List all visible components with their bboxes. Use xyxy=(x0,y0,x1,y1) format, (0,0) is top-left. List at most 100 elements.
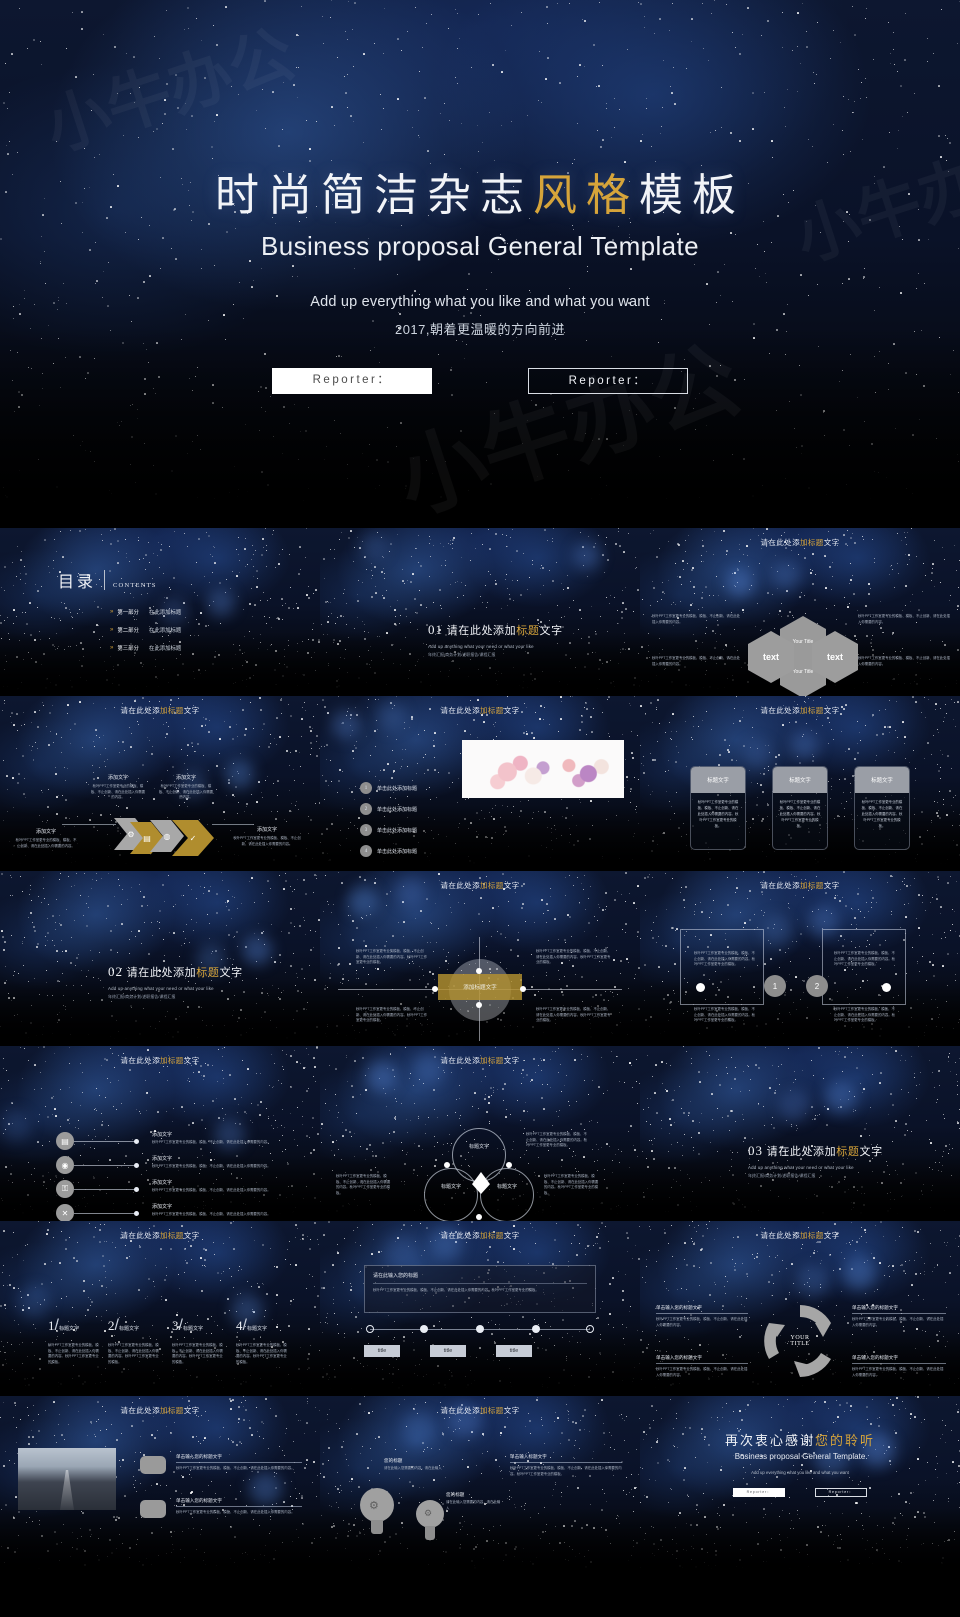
thumbnail-section-01[interactable]: 01 请在此处添加标题文字 Add up anything what your … xyxy=(320,528,640,696)
list-item[interactable]: » 第二部分 在此添加标题 xyxy=(110,626,181,634)
contents-list: » 第一部分 在此添加标题 » 第二部分 在此添加标题 » 第三部分 在此添加标… xyxy=(110,608,181,662)
content-panel[interactable]: 请在此输入您的标题 秋叶PPT工作室更专业的模板、模板、不止创新、请在此处插入你… xyxy=(364,1265,596,1313)
lightbulb-icon[interactable]: ⚙ xyxy=(360,1488,394,1538)
thumbnail-venn[interactable]: 请在此处添加标题文字 标题文字 标题文字 标题文字 秋叶PPT工作室更专业的模板… xyxy=(320,1046,640,1221)
thumbnail-two-brackets[interactable]: 请在此处添加标题文字 1 2 秋叶PPT工作室更专业的模板、模板、不止创新、请在… xyxy=(640,871,960,1046)
timeline-dot[interactable] xyxy=(532,1325,540,1333)
numbered-column[interactable]: 3/标题文字 秋叶PPT工作室更专业的模板、模板、不止创新、请在此处插入你需要的… xyxy=(172,1317,226,1365)
icon-row[interactable]: ⚿ xyxy=(56,1180,139,1198)
side-heading: 单击输入您的标题文字 xyxy=(176,1498,302,1507)
thumbnail-gold-cross[interactable]: 请在此处添加标题文字 添加标题文字 秋叶PPT工作室更专业的模板、模板、不止创新… xyxy=(320,871,640,1046)
body-text: 秋叶PPT工作室更专业的模板、模板、不止创新、请在此处插入你需要的内容。秋叶PP… xyxy=(544,1174,599,1195)
body-text: 秋叶PPT工作室更专业的模板、模板、不止创新、请在此处插入你需要的内容。秋叶PP… xyxy=(172,1343,223,1364)
thumbnail-road-bubbles[interactable]: 请在此处添加标题文字 单击输入您的标题文字 秋叶PPT工作室更专业的模板、模板、… xyxy=(0,1396,320,1576)
thumbnail-icon-list[interactable]: 请在此处添加标题文字 ▤ ◉ ⚿ ✕ 添加文字 秋叶PPT工作室更专业的模板、模… xyxy=(0,1046,320,1221)
body-text: 秋叶PPT工作室更专业的模板、模板、不止创新、请在此处插入你需要的内容。 xyxy=(152,1140,271,1144)
slide-title: 请在此处添加标题文字 xyxy=(440,881,520,890)
venn-circle-right[interactable]: 标题文字 xyxy=(480,1168,534,1221)
reporter-button-outline[interactable]: Reporter： xyxy=(815,1488,867,1497)
card-body: 秋叶PPT工作室更专业的模板、模板、不止创新、请在此处插入你需要的内容。秋叶PP… xyxy=(697,800,739,828)
thumbnail-numbered-image[interactable]: 请在此处添加标题文字 1 单击此处添加标题 2 单击此处添加标题 3 单击此处添加标题… xyxy=(320,696,640,871)
slide-title: 请在此处添加标题文字 xyxy=(440,706,520,715)
contents-heading-cn: 目录 xyxy=(58,574,97,591)
label: 添加文字 xyxy=(107,775,128,781)
reporter-button-outline[interactable]: Reporter： xyxy=(528,368,688,394)
speech-bubble-icon xyxy=(140,1456,166,1474)
body-text: 秋叶PPT工作室更专业的模板、模板、不止创新、请在此处插入你需要的内容。 xyxy=(15,838,77,848)
timeline-dot[interactable] xyxy=(586,1325,594,1333)
bulb-label-block: 您的标题 请在此输入您需要的内容，请在此输入 xyxy=(384,1458,446,1472)
timeline-dot[interactable] xyxy=(366,1325,374,1333)
chevron-double-right-icon: » xyxy=(110,627,114,633)
list-item-label: 在此添加标题 xyxy=(148,610,182,616)
number-circle-2[interactable]: 2 xyxy=(806,975,828,997)
timeline-box[interactable]: title xyxy=(496,1345,532,1357)
icon-row[interactable]: ✕ xyxy=(56,1204,139,1221)
numbered-column[interactable]: 1/标题文字 秋叶PPT工作室更专业的模板、模板、不止创新、请在此处插入你需要的… xyxy=(48,1317,102,1365)
thumbnail-panel-timeline[interactable]: 请在此处添加标题文字 请在此输入您的标题 秋叶PPT工作室更专业的模板、模板、不… xyxy=(320,1221,640,1396)
lightbulb-icon[interactable]: ⚙ xyxy=(416,1500,444,1542)
icon-row[interactable]: ◉ xyxy=(56,1156,139,1174)
chevron-double-right-icon: » xyxy=(110,609,114,615)
card-header: 标题文字 xyxy=(773,767,827,793)
body-text: 秋叶PPT工作室更专业的模板、模板、不止创新、请在此处插入你需要的内容。 xyxy=(90,784,146,800)
number-circle-1[interactable]: 1 xyxy=(764,975,786,997)
number-badge: 2 xyxy=(360,803,372,815)
icon-row-text: 添加文字 秋叶PPT工作室更专业的模板、模板、不止创新、请在此处插入你需要的内容… xyxy=(152,1131,304,1146)
list-item[interactable]: 2 单击此处添加标题 xyxy=(360,803,417,815)
side-heading: 单击输入您的标题文字 xyxy=(852,1305,946,1314)
cycle-diagram[interactable]: YOUR TITLE xyxy=(758,1299,842,1383)
list-item[interactable]: » 第三部分 在此添加标题 xyxy=(110,644,181,652)
slide-title: 请在此处添加标题文字 xyxy=(120,1406,200,1415)
section-title-plain: 请在此处添加 xyxy=(446,625,517,637)
icon-row[interactable]: ▤ xyxy=(56,1132,139,1150)
numbered-column[interactable]: 4/标题文字 秋叶PPT工作室更专业的模板、模板、不止创新、请在此处插入你需要的… xyxy=(236,1317,290,1365)
section-title-plain: 请在此处添加 xyxy=(126,967,197,979)
timeline-dot[interactable] xyxy=(476,1325,484,1333)
numbered-column[interactable]: 2/标题文字 秋叶PPT工作室更专业的模板、模板、不止创新、请在此处插入你需要的… xyxy=(108,1317,162,1365)
thumbnail-bulbs[interactable]: 请在此处添加标题文字 ⚙ ⚙ 您的标题 请在此输入您需要的内容，请在此输入 您的… xyxy=(320,1396,640,1576)
reporter-button-filled[interactable]: Reporter： xyxy=(272,368,432,394)
card-body: 秋叶PPT工作室更专业的模板、模板、不止创新、请在此处插入你需要的内容。秋叶PP… xyxy=(861,800,903,828)
reporter-button-filled[interactable]: Reporter： xyxy=(733,1488,785,1497)
card[interactable]: 标题文字 秋叶PPT工作室更专业的模板、模板、不止创新、请在此处插入你需要的内容… xyxy=(772,766,828,850)
side-heading: 单击输入您的标题文字 xyxy=(656,1355,748,1364)
icon-row-text: 添加文字 秋叶PPT工作室更专业的模板、模板、不止创新、请在此处插入你需要的内容… xyxy=(152,1155,304,1170)
body-text: 秋叶PPT工作室更专业的模板、模板、不止创新、请在此处插入你需要的内容。秋叶PP… xyxy=(834,951,896,967)
list-item[interactable]: 3 单击此处添加标题 xyxy=(360,824,417,836)
road-photo xyxy=(18,1448,116,1510)
body-text: 秋叶PPT工作室更专业的模板、模板、不止创新、请在此处插入你需要的内容。秋叶PP… xyxy=(536,949,611,965)
thumbnail-hexagons[interactable]: 请在此处添加标题文字 Your Title Your Title text te… xyxy=(640,528,960,696)
thumbnail-cycle[interactable]: 请在此处添加标题文字 YOUR TITLE 单击输入您的标题文字 秋叶PPT工作… xyxy=(640,1221,960,1396)
connector-line xyxy=(62,824,116,825)
timeline-box[interactable]: title xyxy=(364,1345,400,1357)
section-number: 03 xyxy=(748,1143,763,1158)
thumbnail-section-03[interactable]: 03 请在此处添加标题文字 Add up anything what your … xyxy=(640,1046,960,1221)
hero-reporter-buttons: Reporter： Reporter： xyxy=(0,368,960,394)
thumbnail-three-cards[interactable]: 请在此处添加标题文字 标题文字 秋叶PPT工作室更专业的模板、模板、不止创新、请… xyxy=(640,696,960,871)
list-item[interactable]: 1 单击此处添加标题 xyxy=(360,782,417,794)
center-label-bar[interactable]: 添加标题文字 xyxy=(438,974,522,1000)
venn-circle-left[interactable]: 标题文字 xyxy=(424,1168,478,1221)
thumbnail-thanks[interactable]: 再次衷心感谢您的聆听 Business proposal General Tem… xyxy=(640,1396,960,1576)
list-item[interactable]: 4 单击此处添加标题 xyxy=(360,845,417,857)
thanks-subtitle: Business proposal General Template xyxy=(734,1452,866,1461)
timeline-dot[interactable] xyxy=(420,1325,428,1333)
section-number: 01 xyxy=(428,622,443,637)
card[interactable]: 标题文字 秋叶PPT工作室更专业的模板、模板、不止创新、请在此处插入你需要的内容… xyxy=(690,766,746,850)
thumbnail-chevron-process[interactable]: 请在此处添加标题文字 ⚙ ▤ ◍ ✓ 添加文字 秋叶PPT工作室更专业的模板、模… xyxy=(0,696,320,871)
thumbnail-row: 目录 CONTENTS » 第一部分 在此添加标题 » 第二部分 在此添加标题 … xyxy=(0,528,960,696)
tools-icon: ✕ xyxy=(56,1204,74,1221)
thumbnail-section-02[interactable]: 02 请在此处添加标题文字 Add up anything what your … xyxy=(0,871,320,1046)
globe-icon: ◍ xyxy=(163,831,171,841)
body-text: 秋叶PPT工作室更专业的模板、模板、不止创新、请在此处插入你需要的内容。 xyxy=(158,784,214,800)
column-label: 标题文字 xyxy=(58,1326,79,1332)
list-item[interactable]: » 第一部分 在此添加标题 xyxy=(110,608,181,616)
section-number: 02 xyxy=(108,964,123,979)
node-dot xyxy=(476,1214,482,1220)
card[interactable]: 标题文字 秋叶PPT工作室更专业的模板、模板、不止创新、请在此处插入你需要的内容… xyxy=(854,766,910,850)
timeline-box[interactable]: title xyxy=(430,1345,466,1357)
thumbnail-four-numbers[interactable]: 请在此处添加标题文字 1/标题文字 秋叶PPT工作室更专业的模板、模板、不止创新… xyxy=(0,1221,320,1396)
list-item-label: 单击此处添加标题 xyxy=(377,827,418,834)
thumbnail-contents[interactable]: 目录 CONTENTS » 第一部分 在此添加标题 » 第二部分 在此添加标题 … xyxy=(0,528,320,696)
